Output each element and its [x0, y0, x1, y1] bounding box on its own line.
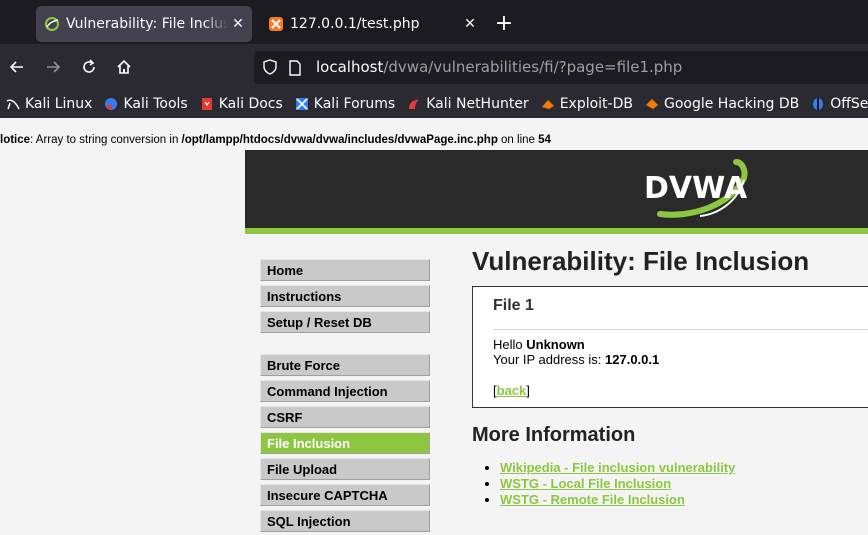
url-text[interactable]: localhost/dvwa/vulnerabilities/fi/?page=… [316, 58, 682, 76]
close-tab-icon[interactable]: ✕ [228, 16, 248, 32]
reload-button[interactable] [78, 56, 100, 78]
menu-item-sql-injection[interactable]: SQL Injection [260, 510, 430, 532]
bookmark-kali-linux[interactable]: Kali Linux [6, 96, 92, 112]
url-host: localhost [316, 58, 384, 76]
menu-item-file-upload[interactable]: File Upload [260, 458, 430, 480]
reload-icon [83, 59, 95, 73]
kali-docs-icon [201, 98, 212, 110]
bookmark-kali-tools[interactable]: Kali Tools [104, 96, 188, 112]
tab-label: Vulnerability: File Inclusion [66, 16, 228, 32]
notice-label: lotice [0, 134, 31, 146]
bookmark-google-hacking-db[interactable]: Google Hacking DB [645, 96, 799, 112]
main-menu: Home Instructions Setup / Reset DB Brute… [260, 259, 430, 535]
logo-text: DVWA [644, 171, 748, 206]
bookmark-label: Kali NetHunter [426, 96, 529, 112]
menu-item-setup-reset-db[interactable]: Setup / Reset DB [260, 311, 430, 333]
notice-line: 54 [538, 134, 551, 146]
arrow-left-icon [9, 61, 23, 73]
back-close-bracket: ] [526, 383, 530, 398]
tab-label: 127.0.0.1/test.php [290, 16, 420, 32]
ip-prefix: Your IP address is: [493, 352, 606, 367]
kali-tools-icon [105, 98, 118, 110]
dvwa-logo: DVWA [644, 159, 748, 218]
php-notice: lotice: Array to string conversion in /o… [0, 134, 551, 146]
back-line: [back] [493, 383, 530, 398]
arrow-right-icon [47, 61, 61, 73]
tab-vulnerability-file-inclusion[interactable]: Vulnerability: File Inclusion ✕ [36, 6, 252, 42]
nethunter-icon [409, 99, 420, 109]
home-icon [117, 59, 131, 74]
ghdb-icon [645, 99, 658, 109]
bookmark-kali-nethunter[interactable]: Kali NetHunter [407, 96, 529, 112]
list-item: Wikipedia - File inclusion vulnerability [500, 460, 735, 475]
close-tab-icon[interactable]: ✕ [460, 16, 480, 32]
back-link[interactable]: back [497, 383, 527, 398]
bookmark-label: Google Hacking DB [663, 96, 800, 112]
shield-icon[interactable] [262, 59, 278, 75]
more-information-heading: More Information [472, 424, 636, 446]
menu-item-insecure-captcha[interactable]: Insecure CAPTCHA [260, 484, 430, 506]
main-content: Vulnerability: File Inclusion File 1 Hel… [472, 246, 868, 507]
menu-item-instructions[interactable]: Instructions [260, 285, 430, 307]
list-item: WSTG - Local File Inclusion [500, 476, 735, 491]
link-wstg-remote-file-inclusion[interactable]: WSTG - Remote File Inclusion [500, 492, 685, 507]
bookmark-label: Kali Linux [25, 96, 93, 112]
bookmark-kali-docs[interactable]: Kali Docs [200, 96, 283, 112]
kali-forums-icon [295, 98, 308, 110]
menu-separator [260, 337, 430, 354]
bookmark-kali-forums[interactable]: Kali Forums [295, 96, 395, 112]
exploit-db-icon [541, 100, 554, 109]
new-tab-button[interactable]: + [494, 13, 514, 35]
dvwa-favicon-icon [45, 17, 59, 31]
page-left-gutter [0, 150, 245, 535]
link-wikipedia-file-inclusion[interactable]: Wikipedia - File inclusion vulnerability [500, 460, 735, 475]
browser-tab-bar: Vulnerability: File Inclusion ✕ 127.0.0.… [0, 0, 868, 44]
bookmark-exploit-db[interactable]: Exploit-DB [541, 96, 633, 112]
bookmark-label: Exploit-DB [559, 96, 633, 112]
box-divider [493, 329, 868, 330]
kali-dragon-icon [6, 99, 20, 110]
bookmark-label: Kali Tools [123, 96, 188, 112]
notice-text: : Array to string conversion in [30, 134, 182, 146]
bookmark-offsec[interactable]: OffSec [811, 96, 868, 112]
page-icon[interactable] [288, 60, 302, 76]
menu-item-command-injection[interactable]: Command Injection [260, 380, 430, 402]
ip-address: 127.0.0.1 [605, 352, 660, 367]
forward-button[interactable] [42, 56, 64, 78]
bookmarks-bar: Kali Linux Kali Tools Kali Docs Kali For… [0, 90, 868, 118]
tab-test-php[interactable]: 127.0.0.1/test.php ✕ [262, 6, 484, 42]
home-button[interactable] [113, 56, 135, 78]
list-item: WSTG - Remote File Inclusion [500, 492, 735, 507]
bookmark-label: Kali Forums [313, 96, 396, 112]
url-path: /dvwa/vulnerabilities/fi/?page=file1.php [383, 58, 683, 76]
xampp-favicon-icon [269, 17, 283, 31]
hello-line: Hello Unknown [493, 337, 585, 352]
back-button[interactable] [6, 56, 28, 78]
menu-item-file-inclusion[interactable]: File Inclusion [260, 432, 430, 454]
bookmark-label: Kali Docs [218, 96, 283, 112]
offsec-icon [813, 98, 824, 110]
hello-name: Unknown [526, 337, 585, 352]
notice-path: /opt/lampp/htdocs/dvwa/dvwa/includes/dvw… [181, 134, 498, 146]
more-information-list: Wikipedia - File inclusion vulnerability… [500, 460, 735, 508]
menu-item-csrf[interactable]: CSRF [260, 406, 430, 428]
vulnerable-code-area: File 1 Hello Unknown Your IP address is:… [472, 286, 868, 408]
page-title: Vulnerability: File Inclusion [472, 246, 810, 276]
menu-item-brute-force[interactable]: Brute Force [260, 354, 430, 376]
bookmark-label: OffSec [830, 96, 868, 112]
notice-online: on line [497, 134, 539, 146]
menu-item-home[interactable]: Home [260, 259, 430, 281]
url-bar[interactable]: localhost/dvwa/vulnerabilities/fi/?page=… [254, 51, 868, 84]
dvwa-header: DVWA [245, 150, 868, 228]
hello-prefix: Hello [493, 337, 527, 352]
link-wstg-local-file-inclusion[interactable]: WSTG - Local File Inclusion [500, 476, 671, 491]
box-title: File 1 [493, 297, 534, 314]
ip-line: Your IP address is: 127.0.0.1 [493, 352, 659, 367]
